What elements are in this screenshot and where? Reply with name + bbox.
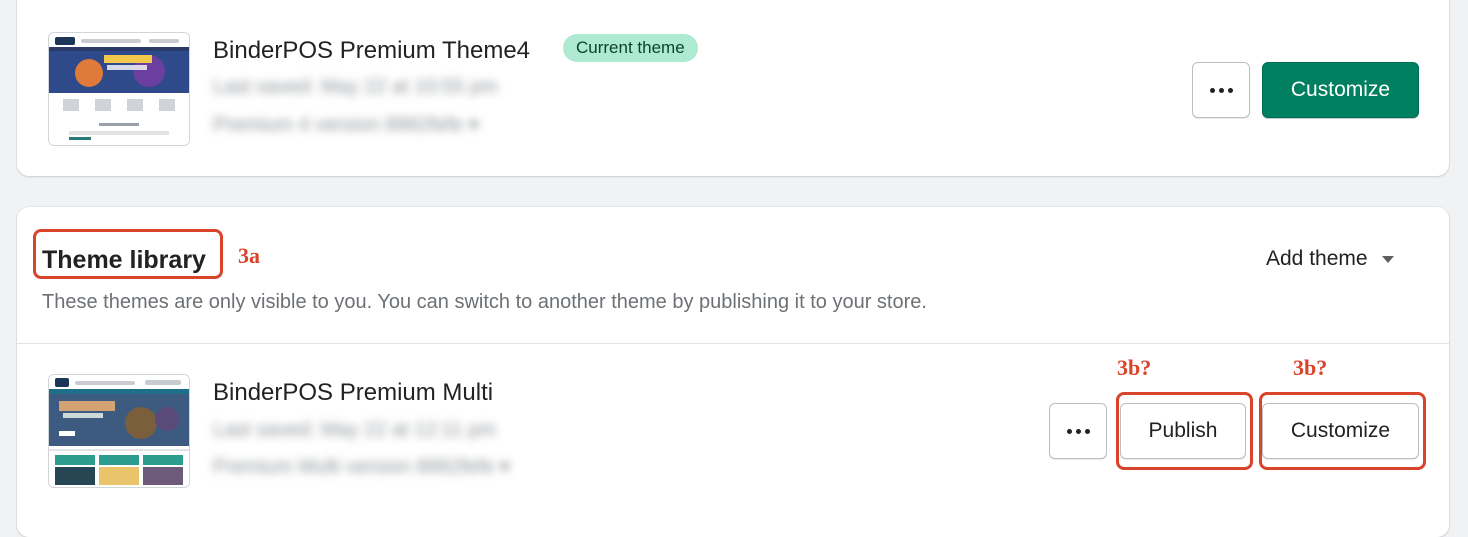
annotation-label-3b-customize: 3b? bbox=[1293, 355, 1328, 380]
current-theme-more-button[interactable] bbox=[1192, 62, 1250, 118]
version-text: Premium 4 version 8882fefe bbox=[213, 114, 464, 136]
current-theme-badge: Current theme bbox=[563, 34, 698, 62]
theme-library-card: Theme library Add theme These themes are… bbox=[17, 207, 1449, 537]
current-theme-name: BinderPOS Premium Theme4 bbox=[213, 37, 531, 64]
annotation-box-publish bbox=[1116, 392, 1253, 470]
version-text: Premium Multi version 8882fefe bbox=[213, 456, 495, 478]
current-theme-thumbnail bbox=[48, 32, 190, 146]
caret-down-icon bbox=[1381, 255, 1394, 263]
more-icon bbox=[1209, 87, 1233, 93]
current-theme-customize-button[interactable]: Customize bbox=[1262, 62, 1419, 118]
more-icon bbox=[1066, 428, 1090, 434]
annotation-label-3a: 3a bbox=[238, 243, 260, 268]
theme-preview-image bbox=[49, 33, 189, 145]
library-theme-name: BinderPOS Premium Multi bbox=[213, 379, 494, 406]
add-theme-label: Add theme bbox=[1266, 247, 1368, 270]
current-theme-card: BinderPOS Premium Theme4 Current theme L… bbox=[17, 0, 1449, 176]
theme-preview-image bbox=[49, 375, 189, 487]
library-divider bbox=[17, 343, 1449, 344]
library-theme-thumbnail bbox=[48, 374, 190, 488]
library-theme-more-button[interactable] bbox=[1049, 403, 1107, 459]
current-theme-version[interactable]: Premium 4 version 8882fefe ▾ bbox=[213, 112, 479, 137]
library-theme-last-saved: Last saved: May 22 at 12:11 pm bbox=[213, 419, 497, 441]
library-theme-version[interactable]: Premium Multi version 8882fefe ▾ bbox=[213, 454, 510, 479]
annotation-box-customize bbox=[1259, 392, 1426, 470]
annotation-label-3b-publish: 3b? bbox=[1117, 355, 1152, 380]
current-theme-last-saved: Last saved: May 22 at 10:55 pm bbox=[213, 76, 498, 98]
add-theme-button[interactable]: Add theme bbox=[1266, 247, 1394, 271]
theme-library-description: These themes are only visible to you. Yo… bbox=[42, 291, 927, 313]
annotation-box-theme-library bbox=[33, 229, 223, 279]
